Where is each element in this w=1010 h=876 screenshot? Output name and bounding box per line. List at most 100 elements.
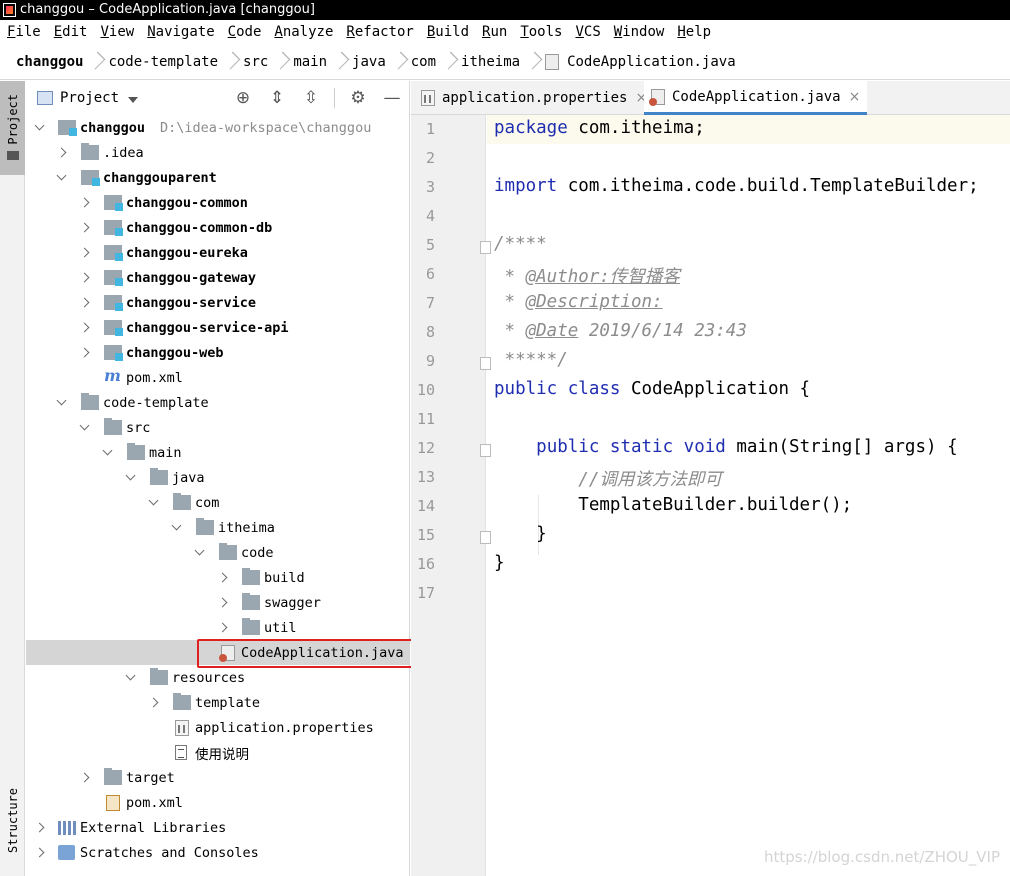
chevron-down-icon[interactable] bbox=[32, 121, 46, 135]
tree-item-label: com bbox=[195, 494, 220, 511]
tree-item-resources[interactable]: resources bbox=[26, 665, 410, 690]
menu-vcs[interactable]: VCS bbox=[575, 24, 600, 40]
breadcrumb-item-main[interactable]: main bbox=[293, 54, 327, 70]
line-number: 12 bbox=[416, 439, 435, 457]
menu-code[interactable]: Code bbox=[228, 24, 262, 40]
expand-all-icon[interactable]: ⇕ bbox=[266, 87, 288, 109]
chevron-down-icon[interactable] bbox=[192, 546, 206, 560]
chevron-right-icon[interactable] bbox=[77, 771, 91, 785]
menu-help[interactable]: Help bbox=[677, 24, 711, 40]
menu-view[interactable]: View bbox=[100, 24, 134, 40]
tree-item-label: changgou-service bbox=[126, 294, 257, 311]
chevron-right-icon[interactable] bbox=[77, 246, 91, 260]
breadcrumb-item-itheima[interactable]: itheima bbox=[461, 54, 520, 70]
menu-build[interactable]: Build bbox=[427, 24, 469, 40]
folder-icon bbox=[150, 668, 168, 685]
chevron-down-icon[interactable] bbox=[123, 671, 137, 685]
tree-item-code[interactable]: code bbox=[26, 540, 410, 565]
tree-item-changgou-service-api[interactable]: changgou-service-api bbox=[26, 315, 410, 340]
code-area[interactable]: package com.itheima; import com.itheima.… bbox=[487, 115, 1010, 876]
chevron-right-icon[interactable] bbox=[77, 271, 91, 285]
gear-icon[interactable]: ⚙ bbox=[347, 87, 369, 109]
breadcrumb-item-com[interactable]: com bbox=[411, 54, 436, 70]
tree-item-label: pom.xml bbox=[126, 369, 183, 386]
tree-item-target[interactable]: target bbox=[26, 765, 410, 790]
tree-item-itheima[interactable]: itheima bbox=[26, 515, 410, 540]
module-folder-icon bbox=[104, 270, 123, 286]
watermark: https://blog.csdn.net/ZHOU_VIP bbox=[763, 848, 1000, 866]
breadcrumb-item-codeapplication[interactable]: CodeApplication.java bbox=[567, 54, 736, 70]
tree-item-main[interactable]: main bbox=[26, 440, 410, 465]
chevron-right-icon[interactable] bbox=[215, 621, 229, 635]
tree-item-com[interactable]: com bbox=[26, 490, 410, 515]
menu-run[interactable]: Run bbox=[482, 24, 507, 40]
chevron-right-icon[interactable] bbox=[32, 846, 46, 860]
menu-refactor[interactable]: Refactor bbox=[346, 24, 413, 40]
locate-icon[interactable]: ⊕ bbox=[232, 87, 254, 109]
hide-icon[interactable]: — bbox=[381, 87, 403, 109]
tree-item-build[interactable]: build bbox=[26, 565, 410, 590]
chevron-right-icon[interactable] bbox=[54, 146, 68, 160]
breadcrumb-item-src[interactable]: src bbox=[243, 54, 268, 70]
tree-item-changgou-web[interactable]: changgou-web bbox=[26, 340, 410, 365]
tree-item-changgou-common[interactable]: changgou-common bbox=[26, 190, 410, 215]
tree-item-util[interactable]: util bbox=[26, 615, 410, 640]
project-tool-tab[interactable]: Project bbox=[0, 81, 25, 175]
properties-file-icon bbox=[175, 719, 189, 736]
chevron-down-icon[interactable] bbox=[54, 396, 68, 410]
chevron-down-icon[interactable] bbox=[169, 521, 183, 535]
menu-edit[interactable]: Edit bbox=[54, 24, 88, 40]
menu-analyze[interactable]: Analyze bbox=[274, 24, 333, 40]
chevron-down-icon[interactable] bbox=[146, 496, 160, 510]
breadcrumb-item-code-template[interactable]: code-template bbox=[108, 54, 218, 70]
menu-bar: File Edit View Navigate Code Analyze Ref… bbox=[0, 20, 1010, 44]
chevron-right-icon[interactable] bbox=[215, 596, 229, 610]
structure-tool-tab[interactable]: Structure bbox=[0, 776, 25, 866]
tab-codeapplication-java[interactable]: CodeApplication.java × bbox=[644, 81, 868, 115]
tree-item-java[interactable]: java bbox=[26, 465, 410, 490]
module-folder-icon bbox=[104, 245, 123, 261]
chevron-right-icon[interactable] bbox=[77, 296, 91, 310]
tree-item-swagger[interactable]: swagger bbox=[26, 590, 410, 615]
tree-item-changgouparent[interactable]: changgouparent bbox=[26, 165, 410, 190]
chevron-right-icon[interactable] bbox=[77, 221, 91, 235]
chevron-right-icon[interactable] bbox=[215, 571, 229, 585]
chevron-down-icon[interactable] bbox=[128, 96, 139, 103]
intellij-app-icon bbox=[3, 3, 16, 17]
chevron-down-icon[interactable] bbox=[123, 471, 137, 485]
tree-item-pom-xml[interactable]: m pom.xml bbox=[26, 365, 410, 390]
tree-item-pom-xml-2[interactable]: pom.xml bbox=[26, 790, 410, 815]
tree-item-changgou-service[interactable]: changgou-service bbox=[26, 290, 410, 315]
breadcrumb-item-changgou[interactable]: changgou bbox=[16, 54, 83, 70]
tree-item-code-template[interactable]: code-template bbox=[26, 390, 410, 415]
tree-item-application-properties[interactable]: application.properties bbox=[26, 715, 410, 740]
tab-application-properties[interactable]: application.properties × bbox=[421, 81, 647, 115]
chevron-right-icon[interactable] bbox=[77, 346, 91, 360]
menu-window[interactable]: Window bbox=[614, 24, 665, 40]
tree-item-src[interactable]: src bbox=[26, 415, 410, 440]
tree-item-changgou[interactable]: changgou D:\idea-workspace\changgou bbox=[26, 115, 410, 140]
chevron-down-icon[interactable] bbox=[77, 421, 91, 435]
tree-item-changgou-gateway[interactable]: changgou-gateway bbox=[26, 265, 410, 290]
chevron-right-icon[interactable] bbox=[32, 821, 46, 835]
menu-navigate[interactable]: Navigate bbox=[147, 24, 214, 40]
chevron-right-icon[interactable] bbox=[146, 696, 160, 710]
tree-item-scratches[interactable]: Scratches and Consoles bbox=[26, 840, 410, 865]
tree-item-changgou-common-db[interactable]: changgou-common-db bbox=[26, 215, 410, 240]
tree-item-template[interactable]: template bbox=[26, 690, 410, 715]
chevron-down-icon[interactable] bbox=[100, 446, 114, 460]
tree-item-idea[interactable]: .idea bbox=[26, 140, 410, 165]
close-icon[interactable]: × bbox=[849, 89, 861, 105]
tree-item-external-libraries[interactable]: External Libraries bbox=[26, 815, 410, 840]
tree-item-readme[interactable]: 使用说明 bbox=[26, 740, 410, 765]
project-panel-title[interactable]: Project bbox=[60, 90, 119, 106]
menu-tools[interactable]: Tools bbox=[520, 24, 562, 40]
collapse-all-icon[interactable]: ⇳ bbox=[300, 87, 322, 109]
tree-item-changgou-eureka[interactable]: changgou-eureka bbox=[26, 240, 410, 265]
chevron-right-icon[interactable] bbox=[77, 196, 91, 210]
chevron-right-icon[interactable] bbox=[77, 321, 91, 335]
menu-file[interactable]: File bbox=[7, 24, 41, 40]
breadcrumb-item-java[interactable]: java bbox=[352, 54, 386, 70]
chevron-down-icon[interactable] bbox=[54, 171, 68, 185]
structure-tool-tab-label: Structure bbox=[5, 788, 20, 854]
